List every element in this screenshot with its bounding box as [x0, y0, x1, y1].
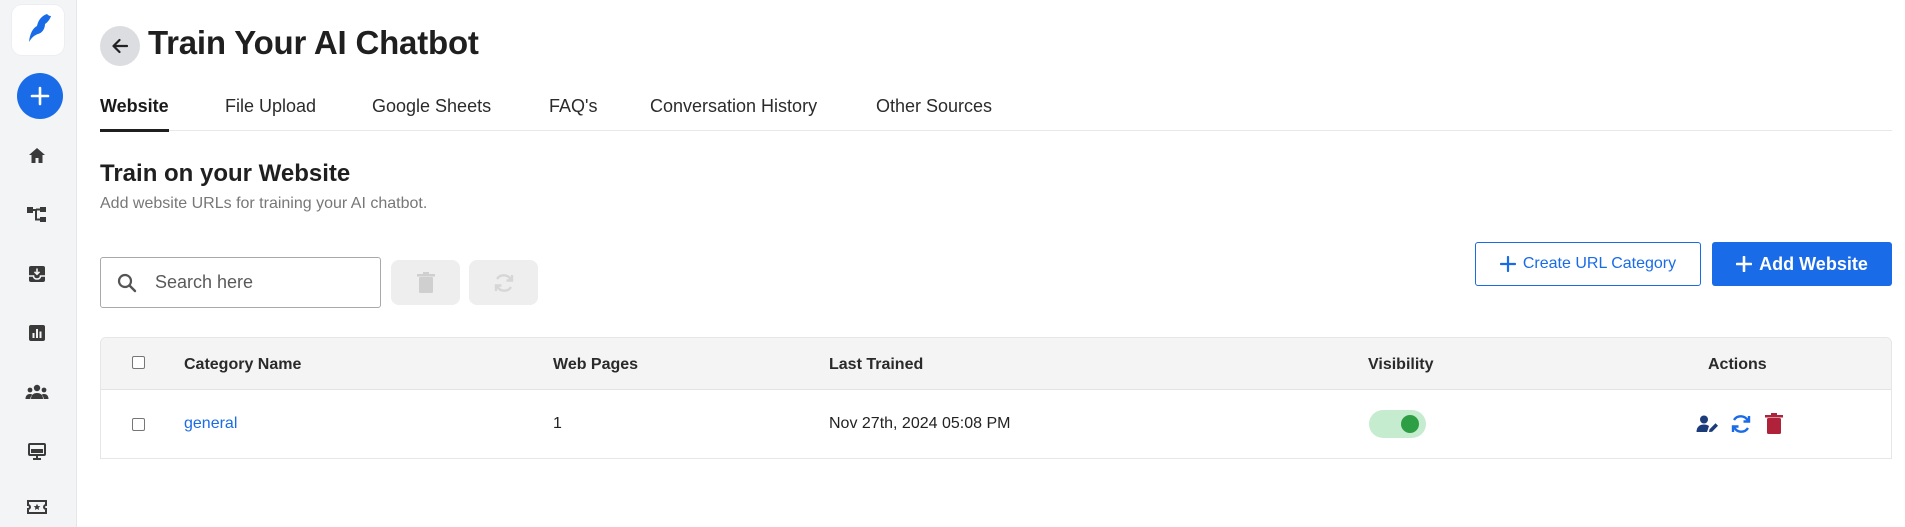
sidebar-item-flows[interactable] — [24, 202, 50, 228]
category-name-link[interactable]: general — [184, 415, 237, 433]
arrow-left-icon — [112, 38, 129, 54]
page-title: Train Your AI Chatbot — [148, 24, 479, 61]
user-edit-icon — [1696, 415, 1718, 432]
header-web-pages: Web Pages — [553, 356, 639, 373]
flow-icon — [27, 207, 46, 222]
toggle-knob — [1401, 415, 1419, 433]
home-icon — [29, 148, 45, 163]
sidebar-item-analytics[interactable] — [24, 320, 50, 346]
add-website-button[interactable]: Add Website — [1712, 242, 1892, 286]
section-title: Train on your Website — [100, 160, 351, 187]
sidebar-item-team[interactable] — [24, 379, 50, 405]
search-box[interactable] — [100, 257, 381, 308]
trash-icon — [416, 271, 435, 293]
header-visibility: Visibility — [1368, 356, 1434, 373]
search-icon — [115, 271, 139, 295]
refresh-icon — [494, 273, 513, 292]
bird-logo-icon — [29, 14, 51, 42]
bulk-delete-button[interactable] — [391, 260, 460, 305]
back-button[interactable] — [100, 26, 140, 66]
bulk-retrain-button[interactable] — [469, 260, 538, 305]
sidebar-item-tickets[interactable] — [24, 494, 50, 520]
retrain-button[interactable] — [1729, 412, 1753, 436]
ticket-icon — [27, 500, 47, 514]
tab-file-upload[interactable]: File Upload — [225, 96, 316, 131]
categories-table: Category Name Web Pages Last Trained Vis… — [100, 337, 1892, 459]
table-header: Category Name Web Pages Last Trained Vis… — [101, 338, 1891, 390]
analytics-icon — [29, 325, 45, 341]
last-trained-date: Nov 27th, 2024 05:08 PM — [829, 415, 1011, 432]
add-button[interactable] — [17, 73, 63, 119]
header-last-trained: Last Trained — [829, 356, 924, 373]
inbox-icon — [29, 266, 45, 282]
visibility-toggle[interactable] — [1369, 410, 1426, 438]
team-icon — [25, 384, 49, 399]
row-checkbox[interactable] — [132, 418, 145, 431]
tab-google-sheets[interactable]: Google Sheets — [372, 96, 491, 131]
sidebar-item-display[interactable] — [24, 438, 50, 464]
edit-user-button[interactable] — [1696, 412, 1720, 436]
sidebar-item-home[interactable] — [24, 143, 50, 169]
refresh-icon — [1731, 415, 1751, 433]
sidebar-item-inbox[interactable] — [24, 261, 50, 287]
table-row: general 1 Nov 27th, 2024 05:08 PM — [101, 390, 1891, 458]
delete-button[interactable] — [1762, 412, 1786, 436]
create-url-category-label: Create URL Category — [1522, 255, 1677, 272]
section-subtitle: Add website URLs for training your AI ch… — [100, 195, 428, 212]
plus-icon — [30, 86, 50, 106]
monitor-icon — [28, 443, 46, 460]
web-pages-count: 1 — [553, 415, 562, 432]
tab-other-sources[interactable]: Other Sources — [876, 96, 992, 131]
tab-conversation-history[interactable]: Conversation History — [650, 96, 817, 131]
add-website-label: Add Website — [1759, 253, 1868, 274]
tab-bar: Website File Upload Google Sheets FAQ's … — [100, 96, 1892, 132]
sidebar — [0, 0, 77, 527]
create-url-category-button[interactable]: Create URL Category — [1475, 242, 1701, 286]
plus-icon — [1736, 256, 1753, 272]
header-category-name: Category Name — [184, 356, 302, 373]
select-all-checkbox[interactable] — [132, 356, 145, 369]
plus-icon — [1499, 256, 1516, 272]
search-input[interactable] — [155, 272, 365, 293]
tab-website[interactable]: Website — [100, 96, 169, 132]
header-actions: Actions — [1708, 356, 1767, 373]
row-actions — [1696, 412, 1786, 436]
app-logo[interactable] — [12, 5, 64, 55]
trash-icon — [1765, 413, 1783, 434]
tab-faqs[interactable]: FAQ's — [549, 96, 597, 131]
